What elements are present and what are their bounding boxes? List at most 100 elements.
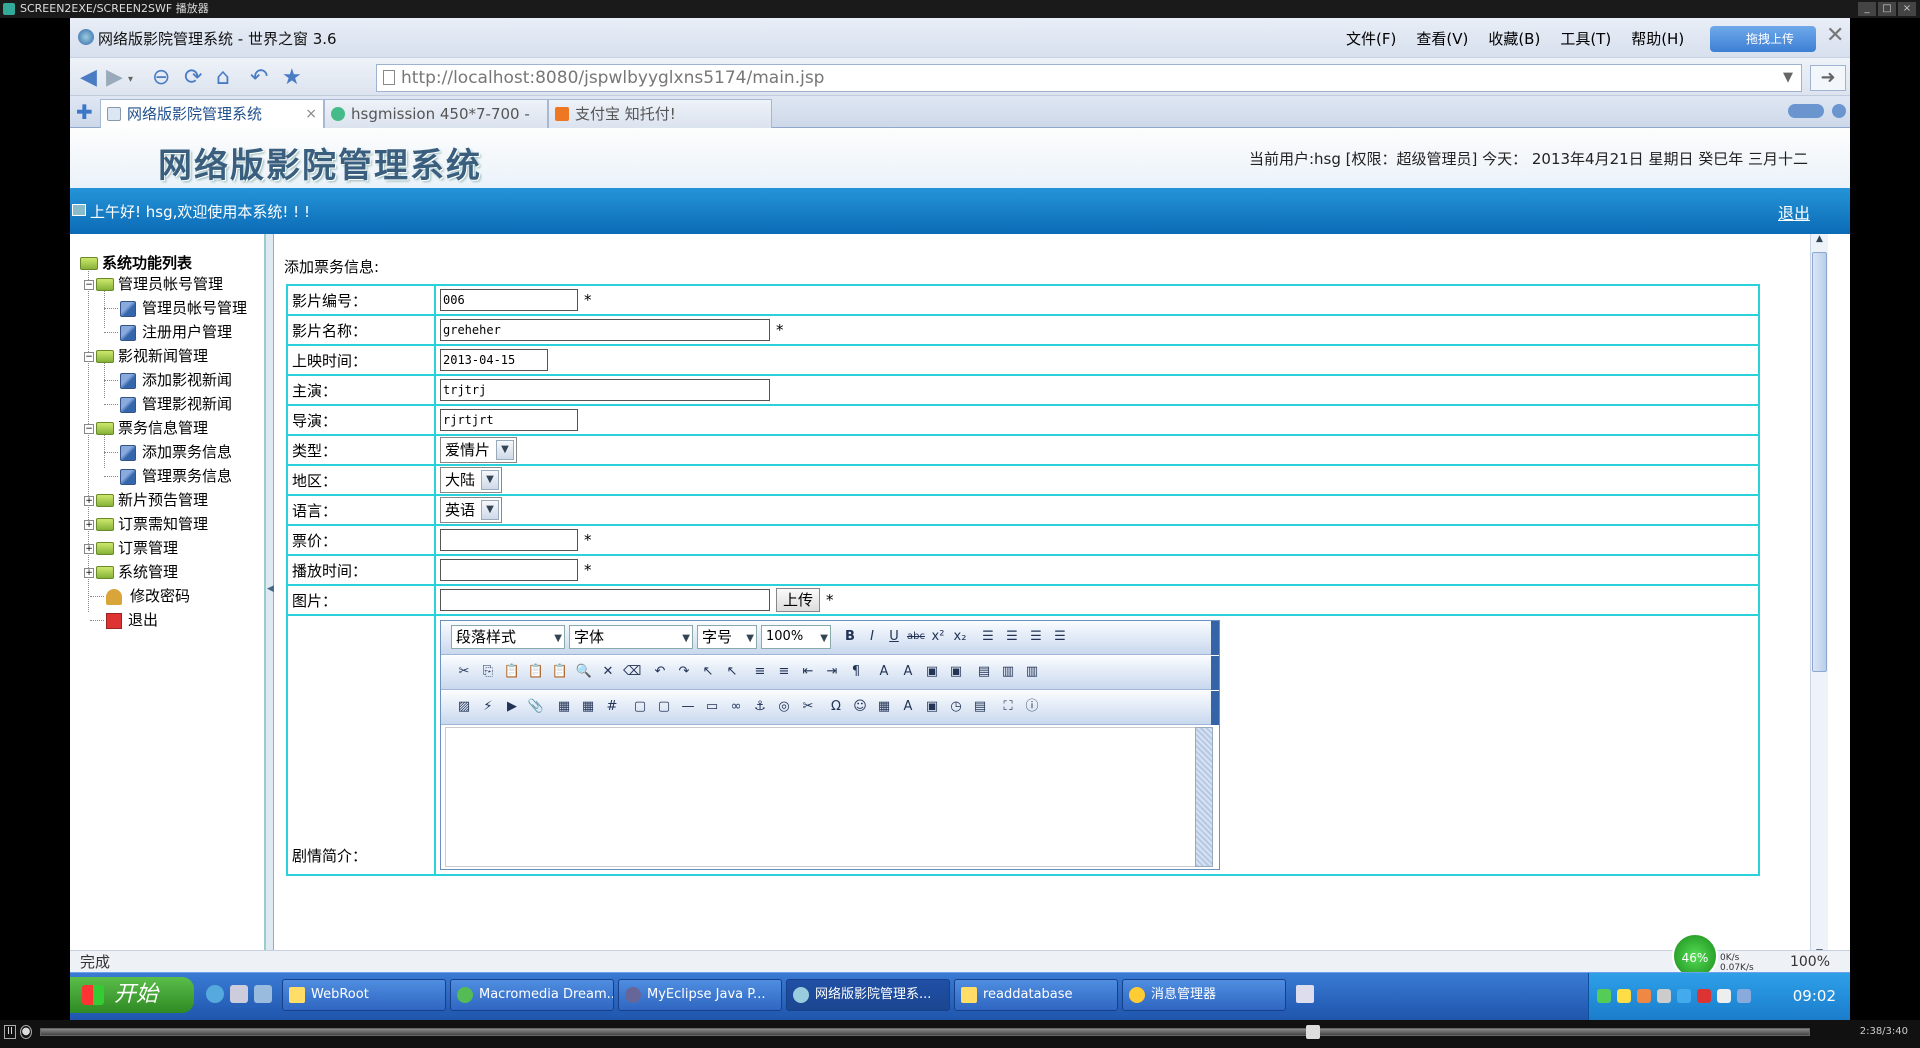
marquee-icon[interactable]: ▭ bbox=[703, 698, 721, 716]
iframe-icon[interactable]: ▢ bbox=[655, 698, 673, 716]
tray-app-icon[interactable] bbox=[1657, 989, 1671, 1003]
tray-app-icon[interactable] bbox=[1597, 989, 1611, 1003]
favorite-star-icon[interactable]: ★ bbox=[282, 65, 302, 90]
collapse-arrow-icon[interactable]: ◀ bbox=[267, 584, 274, 594]
layer-forward-icon[interactable]: ▥ bbox=[999, 663, 1017, 681]
release-date-input[interactable] bbox=[440, 349, 548, 371]
zoom-select[interactable]: 100% ▼ bbox=[761, 625, 831, 649]
zoom-level[interactable]: 100% bbox=[1790, 951, 1830, 973]
sidebar-item-registered-users[interactable]: 注册用户管理 bbox=[104, 320, 232, 344]
layer-icon[interactable]: ▤ bbox=[975, 663, 993, 681]
delete-icon[interactable]: ✕ bbox=[599, 663, 617, 681]
art-text-icon[interactable]: A bbox=[899, 698, 917, 716]
tab-cinema-system[interactable]: 网络版影院管理系统 × bbox=[100, 99, 324, 128]
layer-back-icon[interactable]: ▥ bbox=[1023, 663, 1041, 681]
sidebar-group-booking-notice[interactable]: + 订票需知管理 bbox=[84, 512, 208, 536]
address-bar[interactable]: http://localhost:8080/jspwlbyyglxns5174/… bbox=[376, 64, 1802, 92]
find-icon[interactable]: 🔍 bbox=[575, 663, 593, 681]
minimize-button[interactable]: _ bbox=[1858, 2, 1876, 16]
tab-list-icon[interactable] bbox=[1788, 104, 1824, 118]
copy-icon[interactable]: ⎘ bbox=[479, 663, 497, 681]
menu-tools[interactable]: 工具(T) bbox=[1560, 28, 1611, 49]
frame-icon[interactable]: ▢ bbox=[631, 698, 649, 716]
strikethrough-icon[interactable]: abc bbox=[907, 628, 925, 646]
home-icon[interactable]: ⌂ bbox=[216, 65, 230, 90]
unordered-list-icon[interactable]: ≡ bbox=[775, 663, 793, 681]
pause-icon[interactable]: II bbox=[4, 1025, 16, 1039]
symbol-icon[interactable]: ▤ bbox=[971, 698, 989, 716]
align-center-icon[interactable]: ☰ bbox=[1003, 628, 1021, 646]
refresh-icon[interactable]: ⟳ bbox=[184, 65, 202, 90]
history-dropdown-icon[interactable]: ▾ bbox=[128, 74, 133, 85]
date-time-icon[interactable]: ◷ bbox=[947, 698, 965, 716]
close-button[interactable]: × bbox=[1898, 2, 1916, 16]
maximize-button[interactable]: □ bbox=[1878, 2, 1896, 16]
excel-icon[interactable]: ▦ bbox=[875, 698, 893, 716]
paragraph-style-select[interactable]: 段落样式 ▼ bbox=[451, 625, 565, 649]
outdent-icon[interactable]: ⇤ bbox=[799, 663, 817, 681]
cloud-upload-button[interactable]: 拖拽上传 bbox=[1710, 26, 1816, 52]
image-path-input[interactable] bbox=[440, 589, 770, 611]
sidebar-item-admin-accounts[interactable]: 管理员帐号管理 bbox=[104, 296, 247, 320]
editor-scrollbar[interactable] bbox=[1195, 727, 1213, 867]
special-char-icon[interactable]: Ω bbox=[827, 698, 845, 716]
upload-button[interactable]: 上传 bbox=[776, 588, 821, 612]
redo-icon[interactable]: ↷ bbox=[675, 663, 693, 681]
switch-window-icon[interactable] bbox=[254, 985, 272, 1003]
tray-app-icon[interactable] bbox=[1637, 989, 1651, 1003]
tab-close-icon[interactable]: × bbox=[305, 100, 317, 128]
stop-icon[interactable]: ● bbox=[20, 1025, 32, 1039]
chevron-down-icon[interactable]: ▼ bbox=[554, 628, 562, 650]
stop-icon[interactable]: ⊖ bbox=[152, 65, 170, 90]
taskbar-myeclipse[interactable]: MyEclipse Java P... bbox=[618, 979, 782, 1011]
paste-icon[interactable]: 📋 bbox=[503, 663, 521, 681]
sidebar-group-bookings[interactable]: + 订票管理 bbox=[84, 536, 178, 560]
form-icon[interactable]: ▣ bbox=[923, 698, 941, 716]
language-select[interactable]: 英语 ▼ bbox=[440, 497, 503, 523]
price-input[interactable] bbox=[440, 529, 578, 551]
paragraph-icon[interactable]: ¶ bbox=[847, 663, 865, 681]
ordered-list-icon[interactable]: ≡ bbox=[751, 663, 769, 681]
taskbar-webroot[interactable]: WebRoot bbox=[282, 979, 446, 1011]
expand-icon[interactable]: + bbox=[84, 567, 94, 578]
sidebar-group-tickets[interactable]: − 票务信息管理 bbox=[84, 416, 208, 440]
scrollbar-thumb[interactable] bbox=[1812, 252, 1827, 672]
underline-icon[interactable]: U bbox=[885, 628, 903, 646]
tab-alipay[interactable]: 支付宝 知托付! bbox=[548, 99, 772, 128]
volume-icon[interactable] bbox=[1737, 989, 1751, 1003]
collapse-icon[interactable]: − bbox=[84, 351, 94, 362]
grid-icon[interactable]: # bbox=[603, 698, 621, 716]
sidebar-item-manage-news[interactable]: 管理影视新闻 bbox=[104, 392, 232, 416]
type-select[interactable]: 爱情片 ▼ bbox=[440, 437, 518, 463]
chevron-down-icon[interactable]: ▼ bbox=[481, 470, 500, 490]
sidebar-collapse-handle[interactable]: ◀ bbox=[266, 234, 274, 964]
playback-knob[interactable] bbox=[1306, 1025, 1320, 1039]
subscript-icon[interactable]: x₂ bbox=[951, 628, 969, 646]
image-icon[interactable]: ▨ bbox=[455, 698, 473, 716]
collapse-icon[interactable]: − bbox=[84, 423, 94, 434]
flash-icon[interactable]: ⚡ bbox=[479, 698, 497, 716]
chevron-down-icon[interactable]: ▼ bbox=[746, 628, 754, 650]
sidebar-item-manage-tickets[interactable]: 管理票务信息 bbox=[104, 464, 232, 488]
select-all-icon[interactable]: ↖ bbox=[723, 663, 741, 681]
clear-format-icon[interactable]: ⌫ bbox=[623, 663, 641, 681]
bg-color-icon[interactable]: A bbox=[899, 663, 917, 681]
region-select[interactable]: 大陆 ▼ bbox=[440, 467, 503, 493]
attachment-icon[interactable]: 📎 bbox=[527, 698, 545, 716]
menu-favorites[interactable]: 收藏(B) bbox=[1488, 28, 1540, 49]
chevron-down-icon[interactable]: ▼ bbox=[682, 628, 690, 650]
keyboard-icon[interactable] bbox=[1296, 985, 1314, 1003]
show-time-input[interactable] bbox=[440, 559, 578, 581]
align-right-icon[interactable]: ☰ bbox=[1027, 628, 1045, 646]
tray-app-icon[interactable] bbox=[1677, 989, 1691, 1003]
sidebar-item-change-password[interactable]: 修改密码 bbox=[90, 584, 190, 608]
tray-app-icon[interactable] bbox=[1717, 989, 1731, 1003]
desktop-quicklaunch-icon[interactable] bbox=[230, 985, 248, 1003]
address-dropdown-icon[interactable]: ▼ bbox=[1783, 65, 1793, 91]
director-input[interactable] bbox=[440, 409, 578, 431]
italic-icon[interactable]: I bbox=[863, 628, 881, 646]
font-size-select[interactable]: 字号 ▼ bbox=[697, 625, 757, 649]
select-icon[interactable]: ↖ bbox=[699, 663, 717, 681]
start-button[interactable]: 开始 bbox=[70, 977, 194, 1013]
unlink-icon[interactable]: ✂ bbox=[799, 698, 817, 716]
